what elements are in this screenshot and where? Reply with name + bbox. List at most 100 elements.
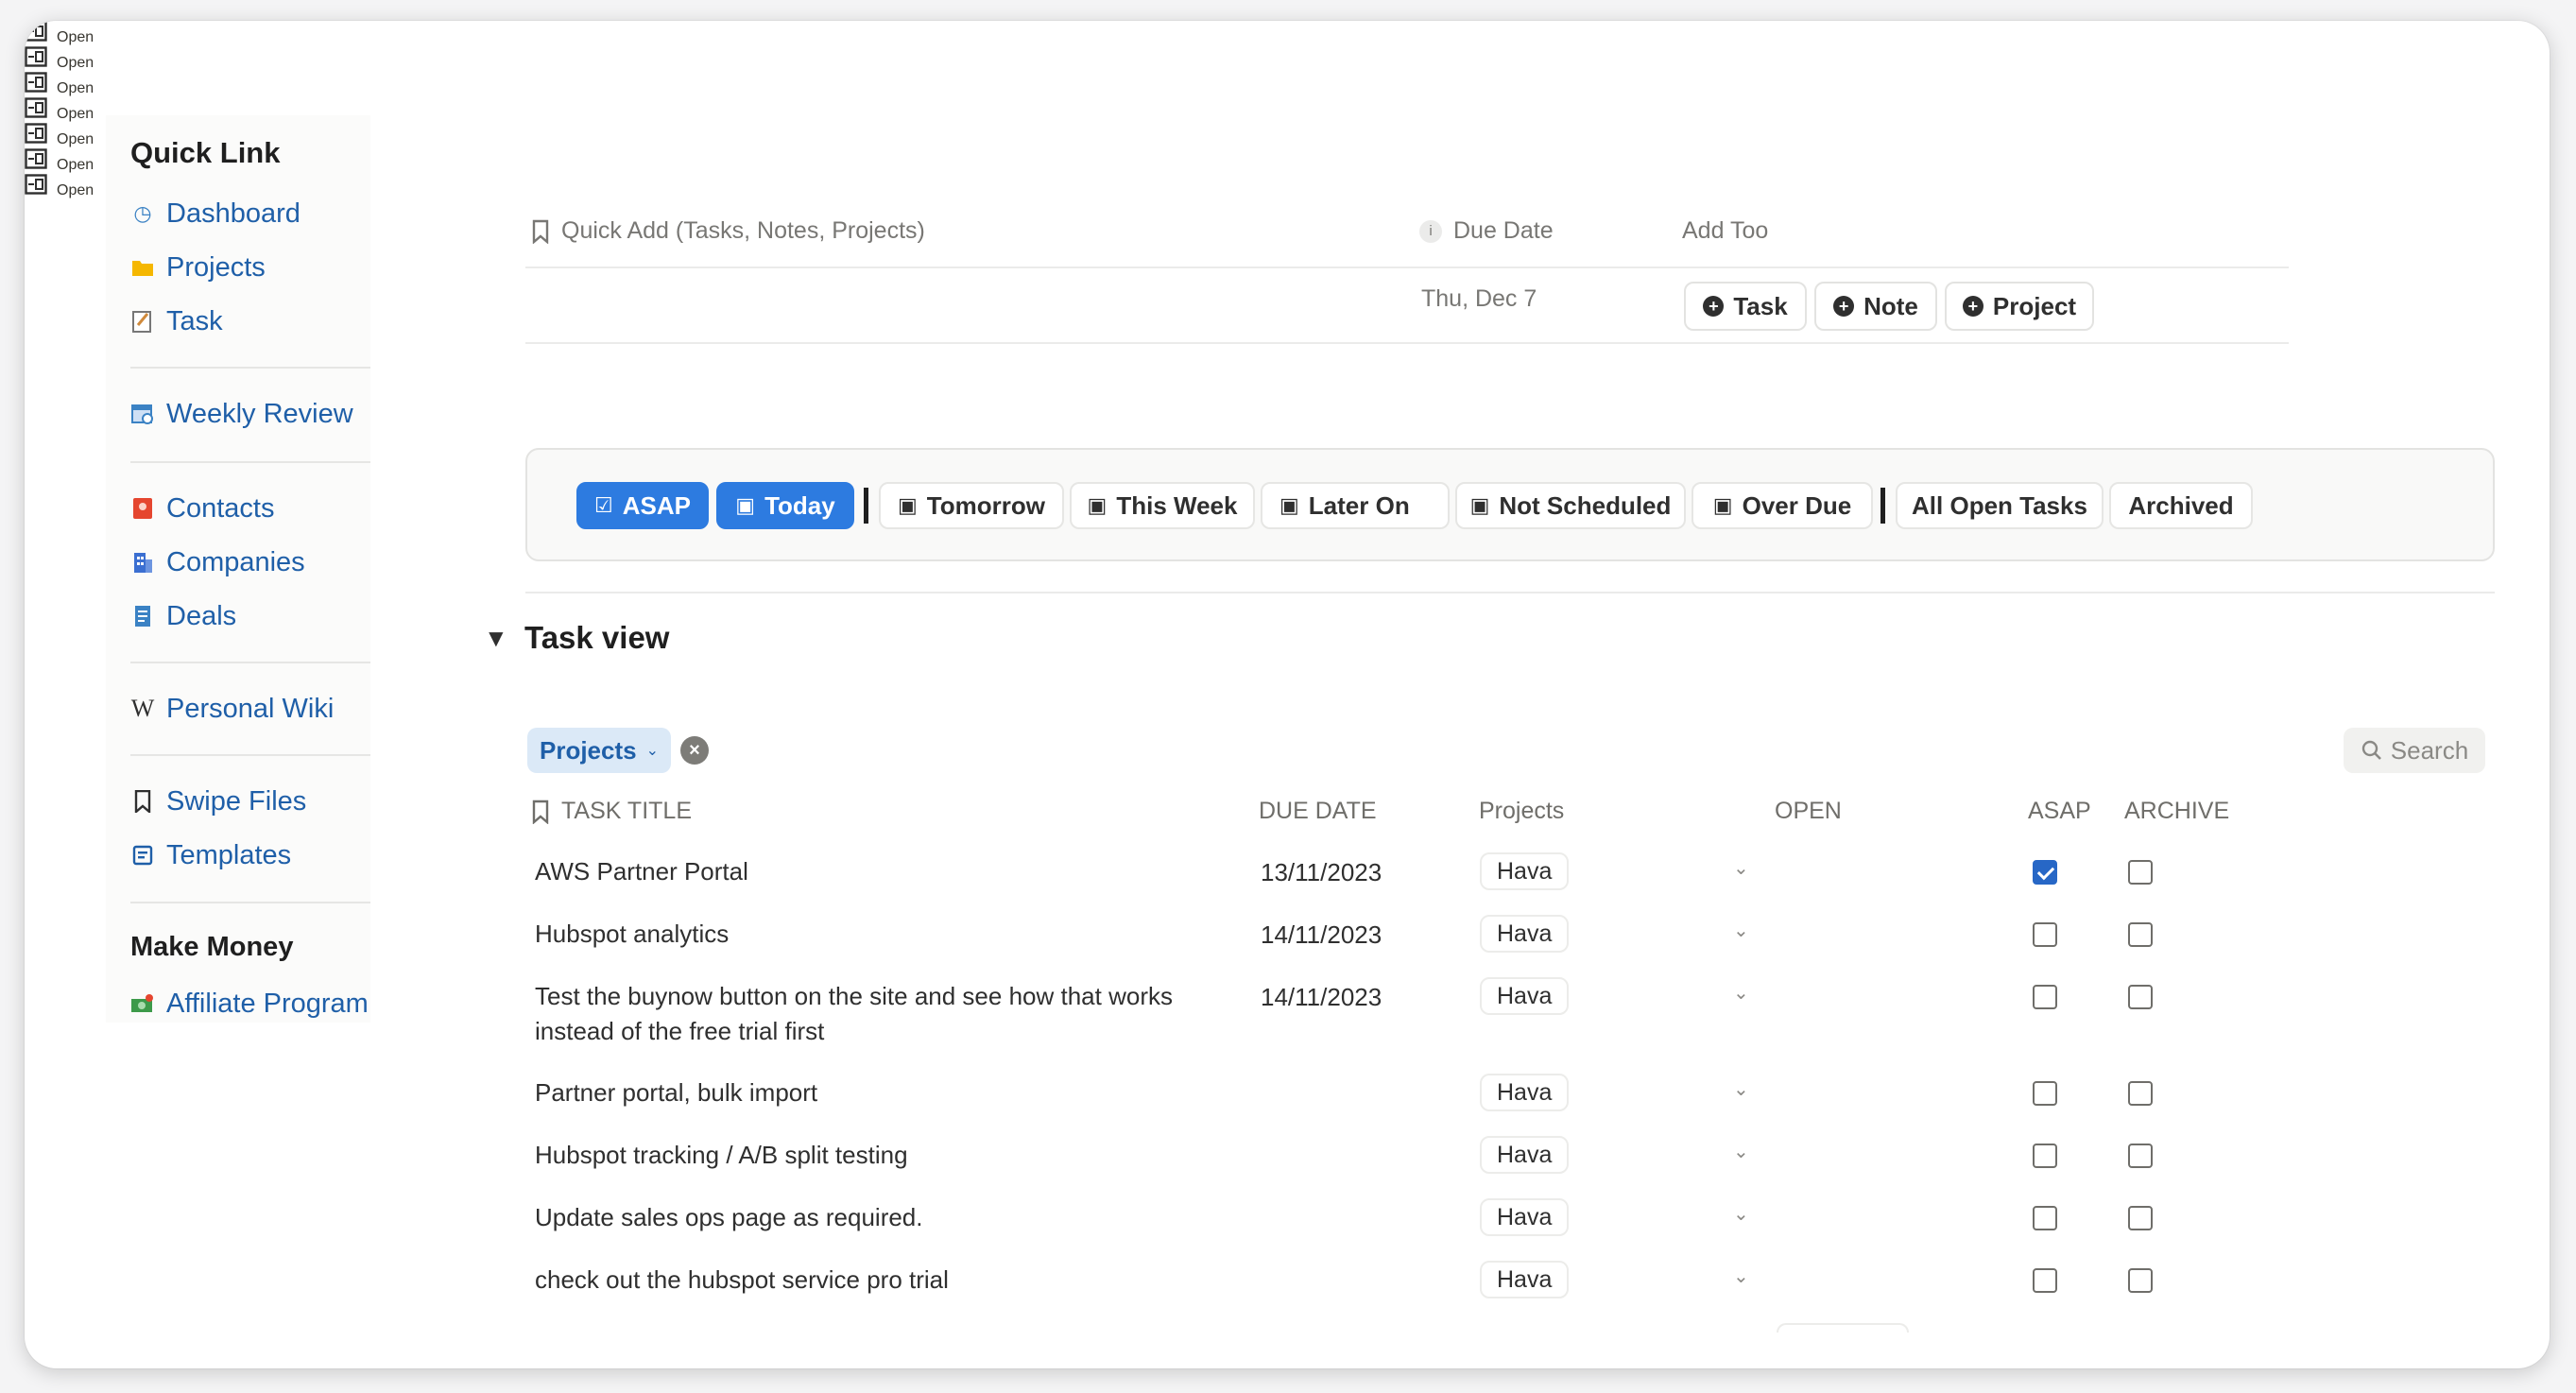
asap-checkbox[interactable] [2033, 1144, 2057, 1168]
task-due-date[interactable]: 14/11/2023 [1261, 920, 1382, 950]
column-header-projects[interactable]: Projects [1479, 798, 1564, 825]
sidebar-divider [130, 662, 370, 663]
filter-today-button[interactable]: ▣ Today [716, 482, 854, 529]
open-button[interactable]: Open [25, 174, 2550, 199]
add-project-button[interactable]: + Project [1945, 282, 2094, 331]
task-title[interactable]: Partner portal, bulk import [535, 1075, 1215, 1110]
column-header-task-title[interactable]: TASK TITLE [531, 798, 692, 825]
sidebar-item-label: Companies [166, 546, 305, 577]
task-table: AWS Partner Portal 13/11/2023 Hava ⌄ Open Hub… [25, 21, 2550, 1298]
asap-checkbox[interactable] [2033, 1206, 2057, 1230]
calendar-review-icon [130, 402, 155, 426]
collapse-toggle-icon[interactable]: ▼ [484, 624, 508, 653]
archive-checkbox[interactable] [2128, 1081, 2153, 1106]
chevron-down-icon[interactable]: ⌄ [1733, 1140, 1749, 1163]
projects-filter-chip[interactable]: Projects ⌄ [527, 728, 671, 773]
clear-filter-icon[interactable]: × [680, 736, 709, 765]
chevron-down-icon[interactable]: ⌄ [1733, 981, 1749, 1005]
open-page-icon [25, 21, 47, 42]
open-button[interactable]: Open [25, 72, 2550, 97]
document-icon [130, 604, 155, 628]
task-title[interactable]: Hubspot analytics [535, 917, 1215, 952]
archive-checkbox[interactable] [2128, 1268, 2153, 1293]
task-title[interactable]: Update sales ops page as required. [535, 1200, 1215, 1235]
filter-this-week-button[interactable]: ▣ This Week [1070, 482, 1255, 529]
asap-checkbox[interactable] [2033, 922, 2057, 947]
task-due-date[interactable]: 13/11/2023 [1261, 858, 1382, 887]
sidebar-item-label: Contacts [166, 492, 275, 524]
chevron-down-icon[interactable]: ⌄ [1733, 1202, 1749, 1226]
column-header-open[interactable]: OPEN [1775, 798, 1842, 825]
archive-checkbox[interactable] [2128, 1206, 2153, 1230]
task-title[interactable]: Hubspot tracking / A/B split testing [535, 1138, 1215, 1173]
sidebar-item-projects[interactable]: Projects [130, 245, 266, 290]
sidebar-item-templates[interactable]: Templates [130, 833, 291, 878]
chevron-down-icon[interactable]: ⌄ [1733, 1264, 1749, 1288]
sidebar-item-personal-wiki[interactable]: W Personal Wiki [130, 686, 335, 731]
column-header-due-date[interactable]: DUE DATE [1259, 798, 1377, 825]
open-button-label: Open [57, 29, 94, 45]
sidebar-item-weekly-review[interactable]: Weekly Review [130, 391, 353, 437]
task-due-date[interactable]: 14/11/2023 [1261, 983, 1382, 1012]
open-button[interactable]: Open [25, 97, 2550, 123]
filter-not-scheduled-button[interactable]: ▣ Not Scheduled [1455, 482, 1686, 529]
sidebar-item-dashboard[interactable]: ◷ Dashboard [130, 191, 300, 236]
archive-checkbox[interactable] [2128, 860, 2153, 885]
due-date-header: i Due Date [1419, 217, 1554, 245]
due-date-value[interactable]: Thu, Dec 7 [1421, 285, 1537, 313]
calendar-later-icon: ▣ [1279, 493, 1299, 517]
asap-checkbox[interactable] [2033, 860, 2057, 885]
asap-checkbox[interactable] [2033, 1081, 2057, 1106]
open-button-label: Open [57, 80, 94, 96]
open-button[interactable]: Open [25, 148, 2550, 174]
filter-archived-button[interactable]: Archived [2109, 482, 2253, 529]
task-title[interactable]: AWS Partner Portal [535, 854, 1215, 889]
open-button[interactable]: Open [25, 123, 2550, 148]
sidebar-item-affiliate-program[interactable]: Affiliate Program [130, 981, 369, 1026]
add-note-button[interactable]: + Note [1814, 282, 1937, 331]
project-chip[interactable]: Hava [1480, 915, 1570, 953]
archive-checkbox[interactable] [2128, 1144, 2153, 1168]
quick-add-divider [525, 267, 2289, 268]
sidebar-item-swipe-files[interactable]: Swipe Files [130, 779, 306, 824]
sidebar-item-contacts[interactable]: Contacts [130, 486, 274, 531]
open-page-icon [25, 72, 47, 93]
asap-checkbox[interactable] [2033, 985, 2057, 1009]
filter-tomorrow-button[interactable]: ▣ Tomorrow [879, 482, 1064, 529]
filter-separator [1880, 488, 1885, 524]
plus-icon: + [1962, 296, 1984, 317]
project-chip[interactable]: Hava [1480, 1136, 1570, 1174]
open-page-icon [25, 46, 47, 67]
chevron-down-icon[interactable]: ⌄ [1733, 856, 1749, 880]
task-title[interactable]: Test the buynow button on the site and s… [535, 979, 1215, 1049]
open-button[interactable]: Open [25, 46, 2550, 72]
sidebar-item-companies[interactable]: Companies [130, 540, 305, 585]
archive-checkbox[interactable] [2128, 985, 2153, 1009]
template-icon [130, 843, 155, 868]
archive-checkbox[interactable] [2128, 922, 2153, 947]
project-chip[interactable]: Hava [1480, 852, 1570, 890]
open-button[interactable]: Open [25, 21, 2550, 46]
sidebar-item-deals[interactable]: Deals [130, 593, 236, 639]
project-chip[interactable]: Hava [1480, 1261, 1570, 1298]
filter-later-on-button[interactable]: ▣ Later On [1261, 482, 1450, 529]
task-title[interactable]: check out the hubspot service pro trial [535, 1263, 1215, 1298]
asap-checkbox[interactable] [2033, 1268, 2057, 1293]
column-header-archive[interactable]: ARCHIVE [2124, 798, 2229, 825]
add-task-button[interactable]: + Task [1684, 282, 1807, 331]
chevron-down-icon[interactable]: ⌄ [1733, 919, 1749, 942]
project-chip[interactable]: Hava [1480, 1074, 1570, 1111]
chevron-down-icon[interactable]: ⌄ [1733, 1077, 1749, 1101]
section-divider [525, 592, 2495, 593]
project-chip[interactable]: Hava [1480, 1198, 1570, 1236]
open-button-label: Open [57, 55, 94, 71]
filter-asap-button[interactable]: ☑ ASAP [576, 482, 709, 529]
sidebar-item-task[interactable]: Task [130, 299, 223, 344]
filter-all-open-tasks-button[interactable]: All Open Tasks [1896, 482, 2104, 529]
search-button[interactable]: Search [2344, 728, 2485, 773]
column-header-asap[interactable]: ASAP [2028, 798, 2091, 825]
plus-icon: + [1703, 296, 1725, 317]
open-page-icon [25, 123, 47, 144]
project-chip[interactable]: Hava [1480, 977, 1570, 1015]
filter-over-due-button[interactable]: ▣ Over Due [1692, 482, 1873, 529]
